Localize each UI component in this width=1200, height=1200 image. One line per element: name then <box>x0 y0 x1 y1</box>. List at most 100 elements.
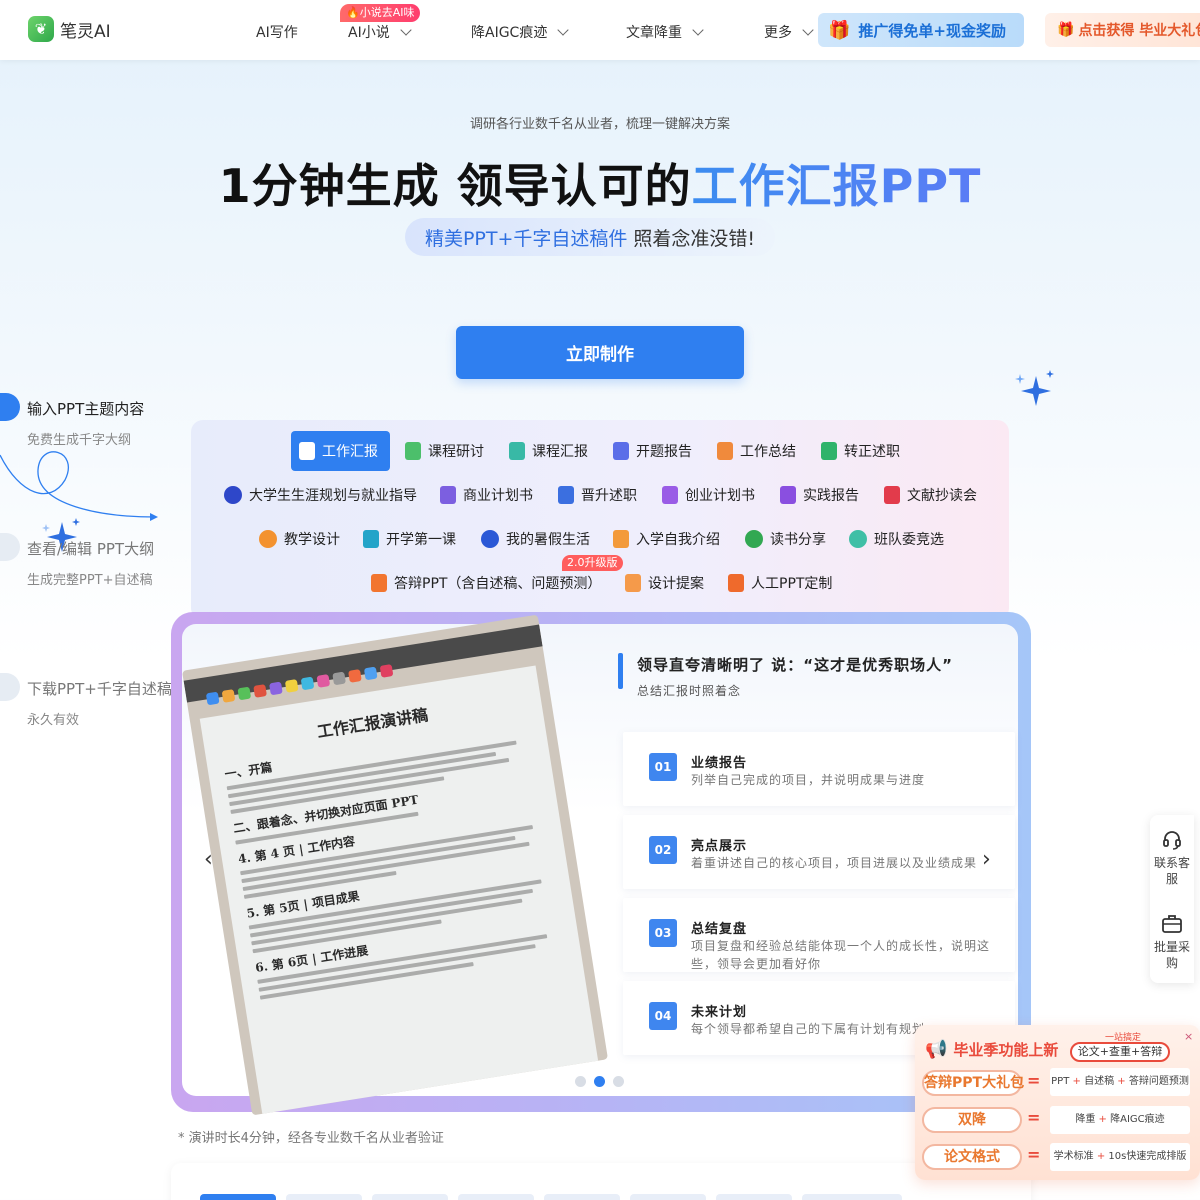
nav-more[interactable]: 更多 <box>764 22 814 42</box>
category-label: 开题报告 <box>636 444 692 460</box>
category-defense-ppt[interactable]: 答辩PPT（含自述稿、问题预测） <box>363 563 609 603</box>
category-work-report[interactable]: 工作汇报 <box>291 431 390 471</box>
create-now-button[interactable]: 立即制作 <box>456 326 744 379</box>
feature-number: 04 <box>649 1002 677 1030</box>
graduation-gift-label: 点击获得 毕业大礼包 <box>1078 23 1200 39</box>
category-book-sharing[interactable]: 读书分享 <box>737 519 834 559</box>
hot-badge: 🔥小说去AI味 <box>340 4 421 22</box>
category-promotion-report[interactable]: 晋升述职 <box>550 475 645 515</box>
hero-tagline-pill: 精美PPT+千字自述稿件 照着念准没错! <box>405 218 775 256</box>
nav-reduce-duplicate[interactable]: 文章降重 <box>626 22 704 42</box>
promo-chip: 论文+查重+答辩 <box>1070 1042 1170 1062</box>
bottom-tab[interactable] <box>630 1194 706 1200</box>
category-first-class[interactable]: 开学第一课 <box>355 519 464 559</box>
blackboard-icon <box>363 530 379 548</box>
feature-title: 总结复盘 <box>691 922 748 937</box>
category-label: 入学自我介绍 <box>636 532 720 548</box>
chevron-down-icon <box>802 24 814 36</box>
chevron-down-icon <box>400 24 412 36</box>
logo[interactable]: ❦ 笔灵AI <box>28 16 111 42</box>
summer-icon <box>481 530 499 548</box>
nav-reduce-aigc[interactable]: 降AIGC痕迹 <box>471 22 570 42</box>
category-custom-ppt[interactable]: 人工PPT定制 <box>720 563 840 603</box>
feature-title: 业绩报告 <box>691 756 748 771</box>
category-proposal-report[interactable]: 开题报告 <box>605 431 700 471</box>
nav-ai-writing[interactable]: AI写作 <box>256 22 298 42</box>
close-icon[interactable]: × <box>1184 1030 1193 1043</box>
bottom-tab[interactable] <box>544 1194 620 1200</box>
search-document-icon <box>613 442 629 460</box>
category-self-intro[interactable]: 入学自我介绍 <box>605 519 728 559</box>
feature-title: 亮点展示 <box>691 839 748 854</box>
bottom-tab[interactable] <box>458 1194 534 1200</box>
graduation-gift-button[interactable]: 🎁 点击获得 毕业大礼包 <box>1045 13 1200 47</box>
category-career-planning[interactable]: 大学生生涯规划与就业指导 <box>216 475 425 515</box>
equals-sign: = <box>1027 1108 1041 1127</box>
category-class-election[interactable]: 班队委竞选 <box>841 519 952 559</box>
category-summer-life[interactable]: 我的暑假生活 <box>473 519 598 559</box>
promo-item: 学术标准 <box>1053 1151 1094 1162</box>
leaf-logo-icon: ❦ <box>28 16 54 42</box>
category-label: 大学生生涯规划与就业指导 <box>249 488 417 504</box>
bottom-tab[interactable] <box>286 1194 362 1200</box>
category-course-seminar[interactable]: 课程研讨 <box>397 431 492 471</box>
step-2: 查看/编辑 PPT大纲 生成完整PPT+自述稿 <box>0 533 155 588</box>
open-book-icon <box>371 574 387 592</box>
document-list-icon <box>662 486 678 504</box>
hero-title-plain: 1分钟生成 领导认可的 <box>218 159 692 213</box>
bottom-tab[interactable] <box>716 1194 792 1200</box>
category-course-report[interactable]: 课程汇报 <box>501 431 596 471</box>
promo-item: 10s快速完成排版 <box>1108 1151 1187 1162</box>
category-label: 读书分享 <box>770 532 826 548</box>
category-label: 开学第一课 <box>386 532 456 548</box>
equals-sign: = <box>1027 1071 1041 1090</box>
nav-label: 降AIGC痕迹 <box>471 25 548 41</box>
category-teaching-design[interactable]: 教学设计 <box>251 519 348 559</box>
feature-desc: 项目复盘和经验总结能体现一个人的成长性，说明这些，领导会更加看好你 <box>691 939 991 971</box>
category-label: 人工PPT定制 <box>751 576 833 592</box>
checklist-icon <box>821 442 837 460</box>
carousel-next-arrow[interactable]: › <box>982 847 991 872</box>
pdf-document-icon <box>884 486 900 504</box>
promo-package-defense[interactable]: 答辩PPT大礼包 <box>922 1070 1024 1096</box>
step-title: 查看/编辑 PPT大纲 <box>27 540 155 558</box>
feature-desc: 列举自己完成的项目，并说明成果与进度 <box>691 773 926 787</box>
category-label: 答辩PPT（含自述稿、问题预测） <box>394 576 602 592</box>
step-title: 输入PPT主题内容 <box>27 400 145 418</box>
nav-ai-novel[interactable]: AI小说 <box>348 22 412 42</box>
equals-sign: = <box>1027 1145 1041 1164</box>
nav-label: AI小说 <box>348 25 390 41</box>
step-marker <box>0 673 20 701</box>
bottom-tab[interactable] <box>802 1194 902 1200</box>
promo-package-format[interactable]: 论文格式 <box>922 1144 1022 1170</box>
category-practice-report[interactable]: 实践报告 <box>772 475 867 515</box>
nav-label: 文章降重 <box>626 25 682 41</box>
category-literature-reading[interactable]: 文献抄读会 <box>876 475 985 515</box>
contact-support-button[interactable]: 联系客服 <box>1150 829 1194 887</box>
carousel-dot[interactable] <box>575 1076 586 1087</box>
person-icon <box>224 486 242 504</box>
design-icon <box>625 574 641 592</box>
bottom-tab-active[interactable] <box>200 1194 276 1200</box>
carousel-dot[interactable] <box>613 1076 624 1087</box>
step-marker <box>0 533 20 561</box>
category-label: 文献抄读会 <box>907 488 977 504</box>
promo-package-double-reduce[interactable]: 双降 <box>922 1107 1022 1133</box>
feature-number: 01 <box>649 753 677 781</box>
carousel-prev-arrow[interactable]: ‹ <box>204 847 213 872</box>
promo-item: PPT <box>1051 1076 1070 1087</box>
preview-subheadline: 总结汇报时照着念 <box>637 684 742 698</box>
category-business-plan[interactable]: 商业计划书 <box>432 475 541 515</box>
category-startup-plan[interactable]: 创业计划书 <box>654 475 763 515</box>
bottom-tab[interactable] <box>372 1194 448 1200</box>
step-3: 下载PPT+千字自述稿 永久有效 <box>0 673 172 728</box>
carousel-dot-active[interactable] <box>594 1076 605 1087</box>
category-work-summary[interactable]: 工作总结 <box>709 431 804 471</box>
top-header: ❦ 笔灵AI AI写作 🔥小说去AI味 AI小说 降AIGC痕迹 文章降重 更多… <box>0 0 1200 60</box>
category-label: 实践报告 <box>803 488 859 504</box>
referral-promo-button[interactable]: 🎁 推广得免单+现金奖励 <box>818 13 1024 47</box>
category-probation-report[interactable]: 转正述职 <box>813 431 908 471</box>
bulk-purchase-button[interactable]: 批量采购 <box>1150 913 1194 971</box>
category-design-proposal[interactable]: 设计提案 <box>617 563 712 603</box>
accent-bar <box>618 653 623 689</box>
